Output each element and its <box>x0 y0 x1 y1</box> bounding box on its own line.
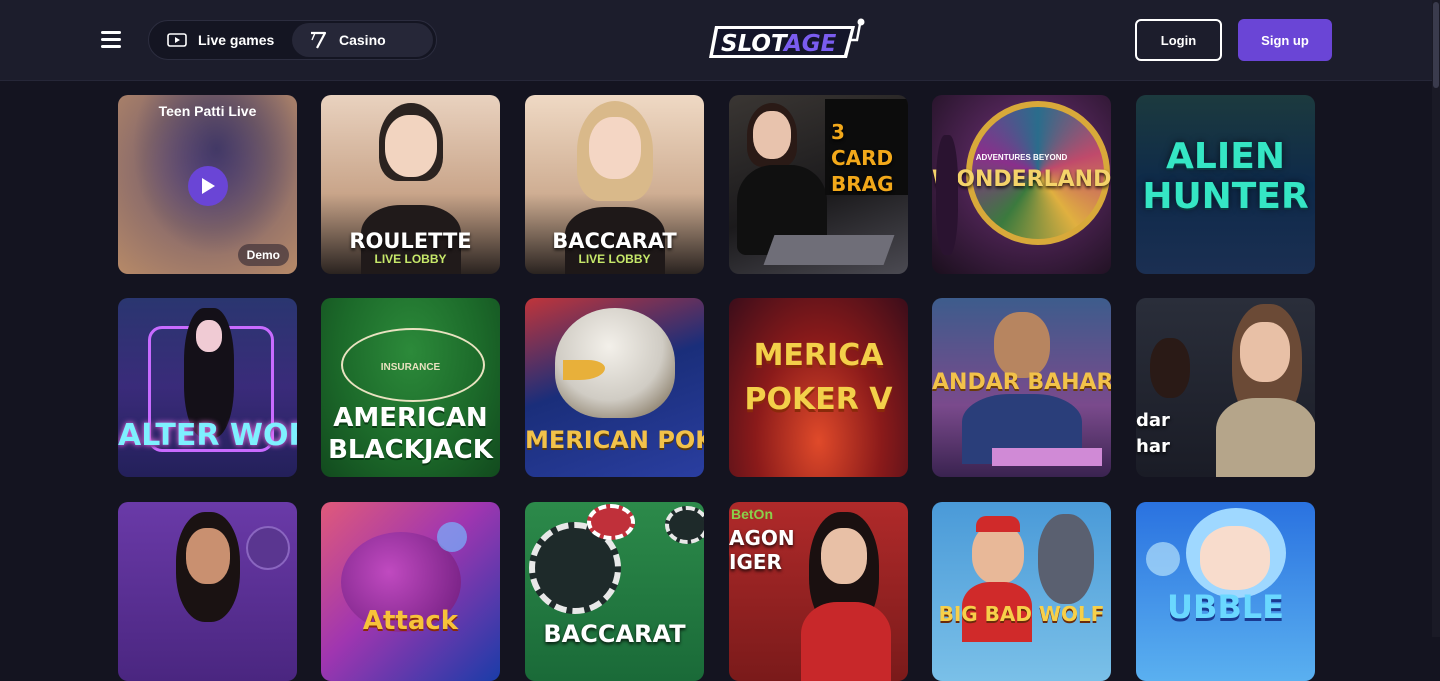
tab-live-games[interactable]: Live games <box>153 23 289 57</box>
signup-button[interactable]: Sign up <box>1238 19 1332 61</box>
demo-badge[interactable]: Demo <box>237 244 289 266</box>
game-tile-attack[interactable]: Attack <box>321 502 500 681</box>
game-grid: Teen Patti Live Demo ROULETTE LIVE LOBBY… <box>0 0 1432 681</box>
top-header: Live games Casino SLOT AGE Login Sign up <box>0 0 1432 81</box>
game-tile-american-poker-v[interactable]: MERICA POKER V <box>729 298 908 477</box>
game-title: Attack <box>362 606 459 636</box>
game-title: MERICAN POKE <box>525 426 704 454</box>
game-title: BACCARAT <box>543 620 686 648</box>
svg-text:AGE: AGE <box>782 31 837 57</box>
play-button[interactable] <box>188 166 228 206</box>
game-subtitle: LIVE LOBBY <box>578 252 651 266</box>
game-title: BIG BAD WOLF <box>938 602 1105 626</box>
game-title: AMERICAN BLACKJACK <box>328 403 493 465</box>
game-subtitle: LIVE LOBBY <box>374 252 447 266</box>
game-subtitle: INSURANCE <box>380 362 441 373</box>
game-tile-dealer-purple[interactable] <box>118 502 297 681</box>
tv-play-icon <box>167 33 187 47</box>
tab-label: Live games <box>198 32 275 48</box>
login-button[interactable]: Login <box>1135 19 1222 61</box>
game-tile-american-blackjack[interactable]: INSURANCE AMERICAN BLACKJACK <box>321 298 500 477</box>
game-tile-dragon-tiger[interactable]: BetOn AGON IGER <box>729 502 908 681</box>
svg-text:SLOT: SLOT <box>721 31 789 57</box>
game-title: ROULETTE <box>349 229 472 253</box>
game-title: WONDERLAND <box>932 167 1111 192</box>
game-tile-andar-bahar-live[interactable]: dar har <box>1136 298 1315 477</box>
category-switcher: Live games Casino <box>148 20 437 60</box>
game-tile-bubble-shooter[interactable]: UBBLE <box>1136 502 1315 681</box>
scrollbar-thumb[interactable] <box>1433 2 1439 88</box>
game-title: Teen Patti Live <box>158 103 257 119</box>
game-tile-baccarat[interactable]: BACCARAT <box>525 502 704 681</box>
game-title: ANDAR BAHAR <box>932 370 1111 395</box>
game-tile-american-poker-gold[interactable]: MERICAN POKE <box>525 298 704 477</box>
game-tile-andar-bahar[interactable]: ANDAR BAHAR <box>932 298 1111 477</box>
game-tile-alien-hunter[interactable]: ALIEN HUNTER <box>1136 95 1315 274</box>
game-title: BACCARAT <box>552 229 677 253</box>
lucky-seven-icon <box>308 30 328 50</box>
game-title: 3 CARD BRAG <box>831 120 894 196</box>
game-title: ALIEN HUNTER <box>1142 136 1309 217</box>
game-tile-3-card-brag[interactable]: 3 CARD BRAG <box>729 95 908 274</box>
page-scrollbar[interactable] <box>1432 0 1440 637</box>
game-provider: BetOn <box>731 506 773 522</box>
hamburger-menu-icon[interactable] <box>101 31 121 48</box>
tab-label: Casino <box>339 32 386 48</box>
game-title: ALTER WORLD <box>118 418 297 453</box>
game-title: AGON IGER <box>729 526 795 574</box>
game-tile-alter-world[interactable]: ALTER WORLD <box>118 298 297 477</box>
game-tile-baccarat-lobby[interactable]: BACCARAT LIVE LOBBY <box>525 95 704 274</box>
game-tile-roulette[interactable]: ROULETTE LIVE LOBBY <box>321 95 500 274</box>
slotage-logo[interactable]: SLOT AGE <box>707 18 867 64</box>
game-subtitle: ADVENTURES BEYOND <box>975 153 1068 162</box>
game-tile-big-bad-wolf[interactable]: BIG BAD WOLF <box>932 502 1111 681</box>
game-title: UBBLE <box>1166 588 1284 626</box>
game-tile-teen-patti-live[interactable]: Teen Patti Live Demo <box>118 95 297 274</box>
tab-casino[interactable]: Casino <box>292 23 433 57</box>
game-title: MERICA POKER V <box>744 338 893 417</box>
play-icon <box>202 178 215 194</box>
game-title: dar har <box>1136 410 1170 457</box>
game-tile-wonderland[interactable]: ADVENTURES BEYOND WONDERLAND <box>932 95 1111 274</box>
